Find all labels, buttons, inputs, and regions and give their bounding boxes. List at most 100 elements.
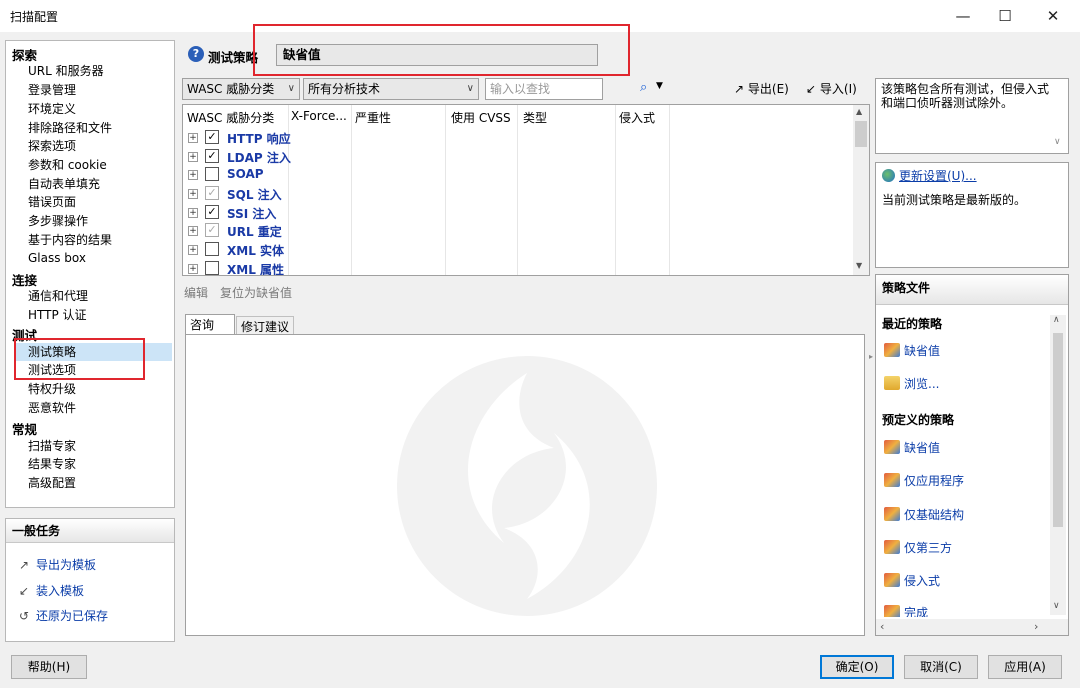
test-policy-grid: WASC 威胁分类 X-Force... 严重性 使用 CVSS 类型 侵入式 … [182, 104, 870, 276]
policy-label: 测试策略 [208, 50, 259, 65]
nav-item-glass-box[interactable]: Glass box [28, 249, 86, 267]
search-dropdown-icon[interactable]: ▼ [656, 81, 663, 91]
predefined-policy-default[interactable]: 缺省值 [884, 438, 940, 458]
row-checkbox[interactable]: ✓ [205, 149, 219, 163]
nav-item-error-pages[interactable]: 错误页面 [28, 193, 76, 211]
nav-item-environment[interactable]: 环境定义 [28, 100, 76, 118]
nav-item-content-results[interactable]: 基于内容的结果 [28, 231, 112, 249]
expand-icon[interactable]: + [188, 226, 198, 236]
table-row[interactable]: + ✓ HTTP 响应 [183, 129, 853, 147]
predefined-policy-infra-only[interactable]: 仅基础结构 [884, 505, 964, 525]
column-header-invasive[interactable]: 侵入式 [619, 109, 655, 126]
nav-item-http-auth[interactable]: HTTP 认证 [28, 306, 87, 324]
maximize-button[interactable]: ☐ [982, 0, 1028, 32]
column-header-severity[interactable]: 严重性 [355, 109, 391, 126]
nav-item-result-expert[interactable]: 结果专家 [28, 455, 76, 473]
chevron-left-icon[interactable]: ‹ [880, 620, 884, 633]
policy-files-scrollbar[interactable]: ∧ ∨ [1050, 315, 1066, 615]
policy-files-hscrollbar[interactable]: ‹ › [876, 619, 1068, 635]
expand-icon[interactable]: + [188, 264, 198, 274]
predefined-policy-invasive[interactable]: 侵入式 [884, 571, 940, 591]
apply-button[interactable]: 应用(A) [988, 655, 1062, 679]
category-select[interactable]: WASC 威胁分类 ∨ [182, 78, 300, 100]
expand-icon[interactable]: + [188, 208, 198, 218]
nav-item-explore-options[interactable]: 探索选项 [28, 137, 76, 155]
search-input[interactable]: 输入以查找 [485, 78, 603, 100]
nav-item-url-servers[interactable]: URL 和服务器 [28, 62, 104, 80]
reset-default-link[interactable]: 复位为缺省值 [220, 284, 292, 301]
update-settings-link[interactable]: 更新设置(U)... [882, 167, 977, 184]
chevron-right-icon[interactable]: › [1034, 620, 1038, 633]
chevron-down-icon[interactable]: ∨ [1054, 137, 1061, 147]
export-button[interactable]: ↗ 导出(E) [734, 80, 789, 97]
row-checkbox[interactable] [205, 167, 219, 181]
row-checkbox[interactable] [205, 242, 219, 256]
table-row[interactable]: + XML 属性 [183, 260, 853, 275]
row-checkbox[interactable] [205, 261, 219, 275]
table-row[interactable]: + ✓ SQL 注入 [183, 185, 853, 203]
scroll-up-icon[interactable]: ▲ [856, 107, 862, 116]
column-header-cvss[interactable]: 使用 CVSS [451, 109, 511, 126]
technique-select[interactable]: 所有分析技术 ∨ [303, 78, 479, 100]
expand-icon[interactable]: + [188, 189, 198, 199]
help-icon[interactable]: ? [188, 46, 204, 62]
nav-item-test-options[interactable]: 测试选项 [28, 361, 76, 379]
expand-icon[interactable]: + [188, 133, 198, 143]
nav-item-privilege-escalation[interactable]: 特权升级 [28, 380, 76, 398]
import-button[interactable]: ↙ 导入(I) [806, 80, 857, 97]
nav-item-malware[interactable]: 恶意软件 [28, 399, 76, 417]
predefined-policy-app-only[interactable]: 仅应用程序 [884, 471, 964, 491]
nav-item-test-policy[interactable]: 测试策略 [14, 343, 172, 361]
scrollbar-thumb[interactable] [1053, 333, 1063, 527]
table-row[interactable]: + XML 实体 [183, 241, 853, 259]
row-checkbox[interactable]: ✓ [205, 186, 219, 200]
scrollbar-thumb[interactable] [855, 121, 867, 147]
revert-saved-link[interactable]: ↺ 还原为已保存 [16, 606, 108, 626]
table-row[interactable]: + ✓ SSI 注入 [183, 204, 853, 222]
table-row[interactable]: + SOAP [183, 166, 853, 184]
nav-item-form-fill[interactable]: 自动表单填充 [28, 175, 100, 193]
chevron-down-icon[interactable]: ∨ [1053, 601, 1060, 611]
nav-item-exclusions[interactable]: 排除路径和文件 [28, 119, 112, 137]
nav-item-params-cookies[interactable]: 参数和 cookie [28, 156, 107, 174]
export-template-link[interactable]: ↗ 导出为模板 [16, 555, 96, 575]
policy-name-field[interactable]: 缺省值 [276, 44, 598, 66]
nav-item-multistep[interactable]: 多步骤操作 [28, 212, 88, 230]
predefined-policy-third-party[interactable]: 仅第三方 [884, 538, 952, 558]
nav-item-proxy[interactable]: 通信和代理 [28, 287, 88, 305]
export-icon: ↗ [18, 558, 30, 572]
nav-item-advanced[interactable]: 高级配置 [28, 474, 76, 492]
tab-advisory[interactable]: 咨询 [185, 314, 235, 335]
search-icon[interactable]: ⌕ [640, 80, 647, 95]
splitter-arrow-icon[interactable]: ▸ [869, 352, 873, 361]
row-checkbox[interactable]: ✓ [205, 205, 219, 219]
recent-policy-default[interactable]: 缺省值 [884, 341, 940, 361]
nav-item-login[interactable]: 登录管理 [28, 81, 76, 99]
edit-link[interactable]: 编辑 [184, 284, 208, 301]
table-row[interactable]: + ✓ URL 重定 [183, 222, 853, 240]
scroll-down-icon[interactable]: ▼ [856, 261, 862, 270]
tab-fix-recommendation[interactable]: 修订建议 [236, 316, 294, 336]
predefined-policy-complete[interactable]: 完成 [884, 603, 928, 617]
export-template-label: 导出为模板 [36, 558, 97, 572]
chevron-up-icon[interactable]: ∧ [1053, 315, 1060, 325]
column-header-wasc[interactable]: WASC 威胁分类 [187, 109, 274, 126]
row-checkbox[interactable]: ✓ [205, 130, 219, 144]
close-button[interactable]: ✕ [1030, 0, 1076, 32]
column-header-xforce[interactable]: X-Force... [291, 109, 347, 123]
nav-item-scan-expert[interactable]: 扫描专家 [28, 437, 76, 455]
table-row[interactable]: + ✓ LDAP 注入 [183, 148, 853, 166]
expand-icon[interactable]: + [188, 170, 198, 180]
ok-button[interactable]: 确定(O) [820, 655, 894, 679]
cancel-button[interactable]: 取消(C) [904, 655, 978, 679]
expand-icon[interactable]: + [188, 245, 198, 255]
revert-saved-label: 还原为已保存 [36, 609, 109, 623]
minimize-button[interactable]: — [940, 0, 986, 32]
browse-policy-link[interactable]: 浏览... [884, 374, 939, 394]
load-template-link[interactable]: ↙ 装入模板 [16, 581, 84, 601]
help-button[interactable]: 帮助(H) [11, 655, 87, 679]
grid-scrollbar[interactable]: ▲ ▼ [853, 105, 869, 275]
row-checkbox[interactable]: ✓ [205, 223, 219, 237]
expand-icon[interactable]: + [188, 152, 198, 162]
column-header-type[interactable]: 类型 [523, 109, 547, 126]
